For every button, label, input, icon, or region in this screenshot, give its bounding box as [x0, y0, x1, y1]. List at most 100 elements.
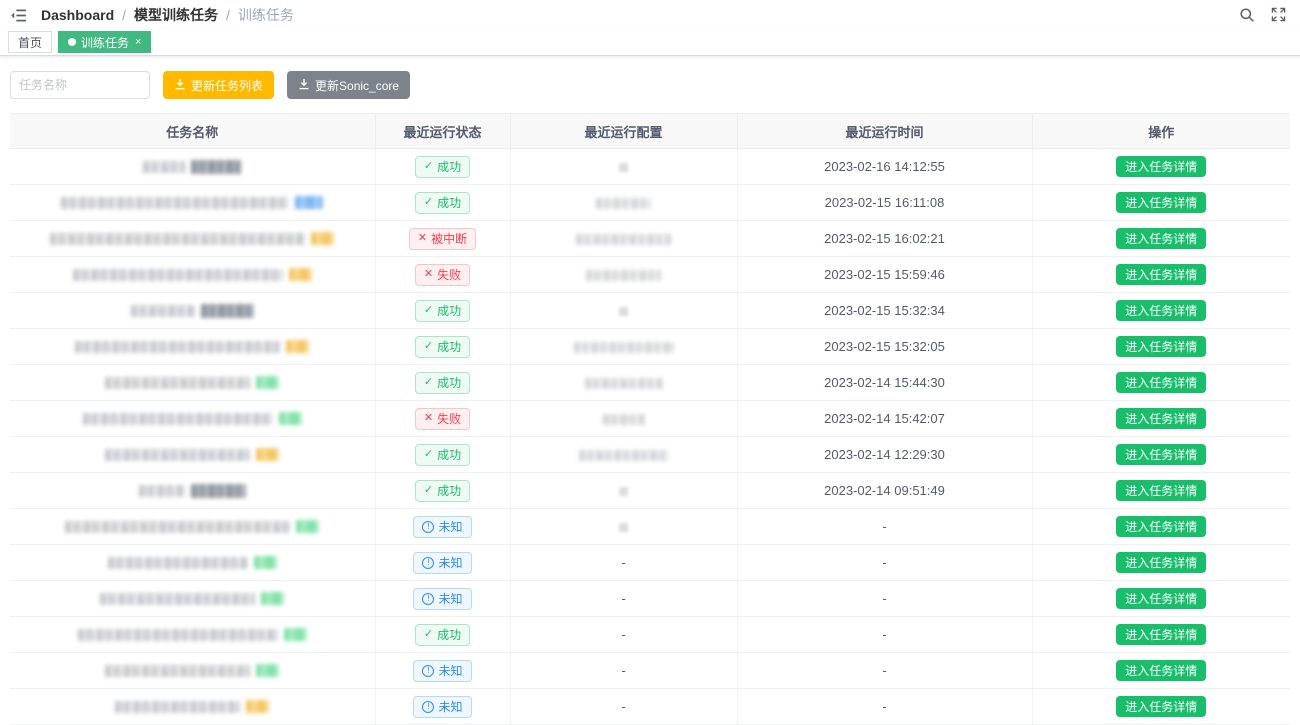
- redacted-text-dark: [191, 160, 241, 174]
- task-tag-green: [296, 520, 319, 533]
- check-icon: ✓: [424, 305, 433, 316]
- enter-task-detail-button[interactable]: 进入任务详情: [1116, 300, 1206, 321]
- task-tag-yellow: [246, 700, 269, 713]
- enter-task-detail-button[interactable]: 进入任务详情: [1116, 624, 1206, 645]
- config-cell: [510, 437, 737, 473]
- redacted-text-dark: [191, 484, 246, 498]
- info-circle-icon: !: [422, 701, 434, 713]
- column-header-time: 最近运行时间: [737, 114, 1032, 149]
- status-cell: !未知: [375, 581, 510, 617]
- status-label: 成功: [437, 197, 461, 209]
- active-dot-icon: [68, 38, 76, 46]
- config-cell: [510, 509, 737, 545]
- run-time-cell: -: [737, 581, 1032, 617]
- redacted-text: [115, 701, 240, 713]
- enter-task-detail-button[interactable]: 进入任务详情: [1116, 588, 1206, 609]
- breadcrumb: Dashboard / 模型训练任务 / 训练任务: [41, 5, 294, 25]
- status-cell: ✓成功: [375, 365, 510, 401]
- enter-task-detail-button[interactable]: 进入任务详情: [1116, 408, 1206, 429]
- top-navbar: Dashboard / 模型训练任务 / 训练任务: [0, 0, 1300, 29]
- search-icon[interactable]: [1239, 7, 1255, 23]
- status-label: 成功: [437, 161, 461, 173]
- status-label: 被中断: [431, 233, 467, 245]
- table-row: !未知--进入任务详情: [10, 545, 1290, 581]
- enter-task-detail-button[interactable]: 进入任务详情: [1116, 552, 1206, 573]
- status-label: 成功: [437, 485, 461, 497]
- redacted-config-text: [574, 342, 674, 353]
- task-name-cell: [10, 401, 375, 437]
- table-row: !未知--进入任务详情: [10, 653, 1290, 689]
- task-name-redacted: [10, 664, 375, 677]
- run-time-cell: 2023-02-14 09:51:49: [737, 473, 1032, 509]
- task-name-redacted: [10, 520, 375, 533]
- status-badge-success: ✓成功: [415, 336, 470, 358]
- run-time-cell: 2023-02-14 15:42:07: [737, 401, 1032, 437]
- column-header-status: 最近运行状态: [375, 114, 510, 149]
- task-tag-yellow: [289, 268, 312, 281]
- check-icon: ✓: [424, 485, 433, 496]
- task-name-input[interactable]: [10, 71, 150, 99]
- task-tag-green: [254, 556, 277, 569]
- redacted-text: [83, 413, 273, 425]
- redacted-config-text: [596, 198, 651, 209]
- config-cell: [510, 329, 737, 365]
- status-badge-unknown: !未知: [413, 552, 471, 574]
- breadcrumb-item-model-training[interactable]: 模型训练任务: [134, 5, 218, 25]
- redacted-text-dark: [201, 304, 254, 318]
- status-cell: ✓成功: [375, 437, 510, 473]
- task-name-redacted: [10, 592, 375, 605]
- config-cell: [510, 149, 737, 185]
- check-icon: ✓: [424, 161, 433, 172]
- redacted-text: [65, 521, 290, 533]
- enter-task-detail-button[interactable]: 进入任务详情: [1116, 264, 1206, 285]
- enter-task-detail-button[interactable]: 进入任务详情: [1116, 336, 1206, 357]
- table-row: ✓成功2023-02-14 12:29:30进入任务详情: [10, 437, 1290, 473]
- redacted-config-dot: [619, 487, 628, 496]
- tab-training-tasks-label: 训练任务: [81, 34, 129, 51]
- enter-task-detail-button[interactable]: 进入任务详情: [1116, 660, 1206, 681]
- task-name-redacted: [10, 448, 375, 461]
- status-label: 成功: [437, 305, 461, 317]
- hamburger-icon[interactable]: [6, 5, 35, 24]
- breadcrumb-item-dashboard[interactable]: Dashboard: [41, 7, 114, 23]
- table-row: !未知--进入任务详情: [10, 581, 1290, 617]
- run-time-cell: 2023-02-15 16:11:08: [737, 185, 1032, 221]
- task-name-cell: [10, 185, 375, 221]
- enter-task-detail-button[interactable]: 进入任务详情: [1116, 696, 1206, 717]
- task-tag-green: [256, 376, 279, 389]
- config-cell: [510, 401, 737, 437]
- enter-task-detail-button[interactable]: 进入任务详情: [1116, 228, 1206, 249]
- close-icon[interactable]: ×: [135, 36, 141, 48]
- task-name-cell: [10, 365, 375, 401]
- info-circle-icon: !: [422, 521, 434, 533]
- action-cell: 进入任务详情: [1032, 365, 1290, 401]
- tab-home[interactable]: 首页: [8, 31, 52, 53]
- task-tag-green: [284, 628, 307, 641]
- status-cell: ✕ 失败: [375, 401, 510, 437]
- task-name-cell: [10, 257, 375, 293]
- table-row: ✓成功--进入任务详情: [10, 617, 1290, 653]
- cross-icon: ✕: [424, 413, 433, 424]
- task-name-cell: [10, 437, 375, 473]
- check-icon: ✓: [424, 341, 433, 352]
- update-sonic-core-button[interactable]: 更新Sonic_core: [287, 71, 410, 99]
- fullscreen-icon[interactable]: [1271, 7, 1286, 22]
- enter-task-detail-button[interactable]: 进入任务详情: [1116, 372, 1206, 393]
- status-label: 失败: [437, 413, 461, 425]
- task-name-cell: [10, 473, 375, 509]
- redacted-config-dot: [619, 163, 628, 172]
- enter-task-detail-button[interactable]: 进入任务详情: [1116, 444, 1206, 465]
- table-row: ✓成功2023-02-16 14:12:55进入任务详情: [10, 149, 1290, 185]
- task-name-redacted: [10, 304, 375, 318]
- task-tag-yellow: [256, 448, 279, 461]
- enter-task-detail-button[interactable]: 进入任务详情: [1116, 516, 1206, 537]
- tab-training-tasks[interactable]: 训练任务 ×: [58, 31, 151, 53]
- update-task-list-button[interactable]: 更新任务列表: [163, 71, 274, 99]
- status-badge-unknown: !未知: [413, 516, 471, 538]
- action-cell: 进入任务详情: [1032, 257, 1290, 293]
- enter-task-detail-button[interactable]: 进入任务详情: [1116, 480, 1206, 501]
- task-name-redacted: [10, 268, 375, 281]
- status-cell: !未知: [375, 689, 510, 725]
- enter-task-detail-button[interactable]: 进入任务详情: [1116, 192, 1206, 213]
- enter-task-detail-button[interactable]: 进入任务详情: [1116, 156, 1206, 177]
